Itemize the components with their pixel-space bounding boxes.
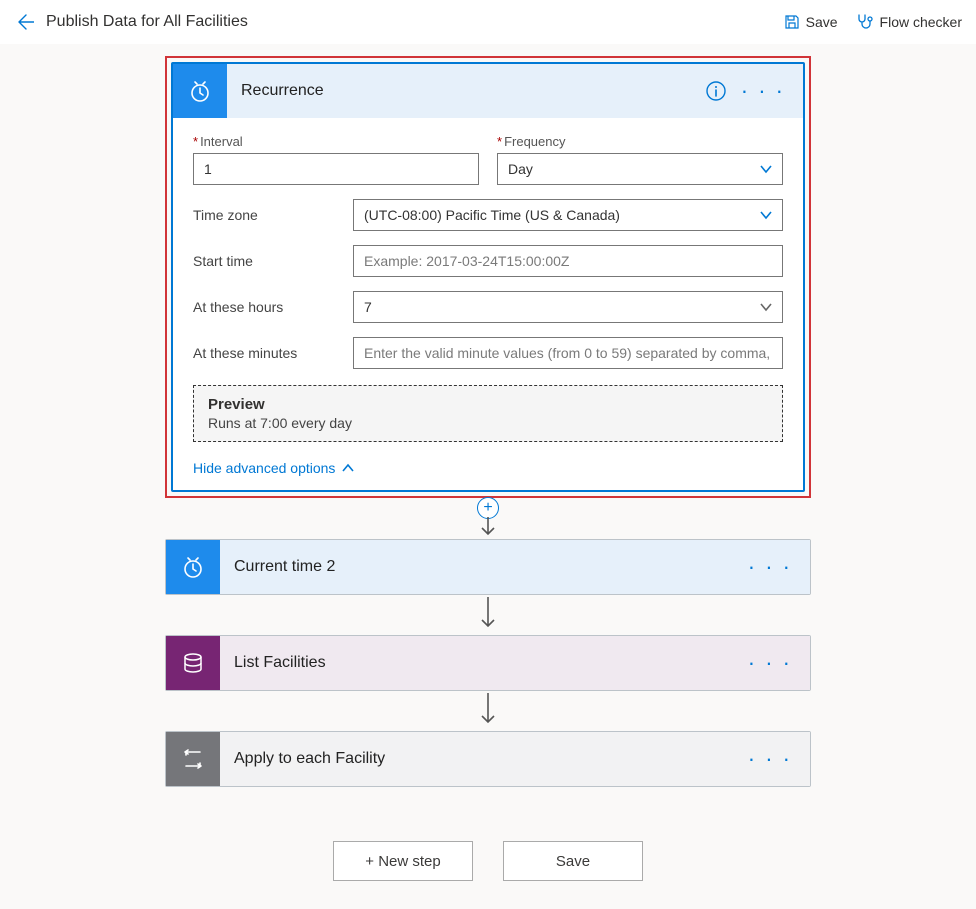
required-mark: *	[193, 134, 198, 149]
page-title: Publish Data for All Facilities	[46, 13, 248, 31]
back-arrow-icon[interactable]	[14, 12, 34, 32]
interval-label: Interval	[200, 134, 243, 149]
apply-each-card[interactable]: Apply to each Facility · · ·	[165, 731, 811, 787]
arrow-down-icon	[478, 517, 498, 539]
preview-box: Preview Runs at 7:00 every day	[193, 385, 783, 442]
save-button-bottom[interactable]: Save	[503, 841, 643, 881]
recurrence-more-icon[interactable]: · · ·	[741, 80, 785, 102]
new-step-button[interactable]: + New step	[333, 841, 473, 881]
interval-input[interactable]	[193, 153, 479, 185]
flow-checker-button[interactable]: Flow checker	[856, 13, 962, 31]
list-facilities-card[interactable]: List Facilities · · ·	[165, 635, 811, 691]
starttime-label: Start time	[193, 253, 353, 269]
hours-label: At these hours	[193, 299, 353, 315]
current-time-title: Current time 2	[220, 558, 748, 576]
timezone-select[interactable]: (UTC-08:00) Pacific Time (US & Canada)	[353, 199, 783, 231]
chevron-up-icon	[341, 461, 355, 475]
more-icon[interactable]: · · ·	[748, 748, 792, 770]
recurrence-highlight: Recurrence · · · *Interval	[165, 56, 811, 498]
clock-icon	[173, 64, 227, 118]
starttime-input[interactable]	[353, 245, 783, 277]
chevron-down-icon	[758, 299, 774, 315]
add-step-plus-icon[interactable]: +	[477, 497, 499, 519]
required-mark: *	[497, 134, 502, 149]
arrow-down-icon	[478, 693, 498, 727]
frequency-select[interactable]: Day	[497, 153, 783, 185]
chevron-down-icon	[758, 207, 774, 223]
save-button-top[interactable]: Save	[784, 14, 838, 30]
frequency-value: Day	[508, 161, 533, 177]
timezone-value: (UTC-08:00) Pacific Time (US & Canada)	[364, 207, 620, 223]
database-icon	[166, 636, 220, 690]
more-icon[interactable]: · · ·	[748, 652, 792, 674]
timezone-label: Time zone	[193, 207, 353, 223]
clock-icon	[166, 540, 220, 594]
preview-text: Runs at 7:00 every day	[208, 415, 768, 431]
save-label-top: Save	[806, 14, 838, 30]
hours-value: 7	[364, 299, 372, 315]
recurrence-header[interactable]: Recurrence · · ·	[173, 64, 803, 118]
top-bar: Publish Data for All Facilities Save Flo…	[0, 0, 976, 44]
preview-title: Preview	[208, 396, 768, 413]
apply-each-title: Apply to each Facility	[220, 750, 748, 768]
more-icon[interactable]: · · ·	[748, 556, 792, 578]
recurrence-card[interactable]: Recurrence · · · *Interval	[171, 62, 805, 492]
arrow-down-icon	[478, 597, 498, 631]
hide-advanced-label: Hide advanced options	[193, 460, 335, 476]
frequency-label: Frequency	[504, 134, 565, 149]
hide-advanced-link[interactable]: Hide advanced options	[193, 460, 783, 476]
info-icon[interactable]	[705, 80, 727, 102]
current-time-card[interactable]: Current time 2 · · ·	[165, 539, 811, 595]
flow-checker-label: Flow checker	[880, 14, 962, 30]
save-icon	[784, 14, 800, 30]
stethoscope-icon	[856, 13, 874, 31]
recurrence-body: *Interval *Frequency Day Time zone	[173, 118, 803, 490]
hours-select[interactable]: 7	[353, 291, 783, 323]
list-facilities-title: List Facilities	[220, 654, 748, 672]
loop-icon	[166, 732, 220, 786]
chevron-down-icon	[758, 161, 774, 177]
recurrence-title: Recurrence	[227, 82, 705, 100]
minutes-label: At these minutes	[193, 345, 353, 361]
minutes-input[interactable]	[353, 337, 783, 369]
